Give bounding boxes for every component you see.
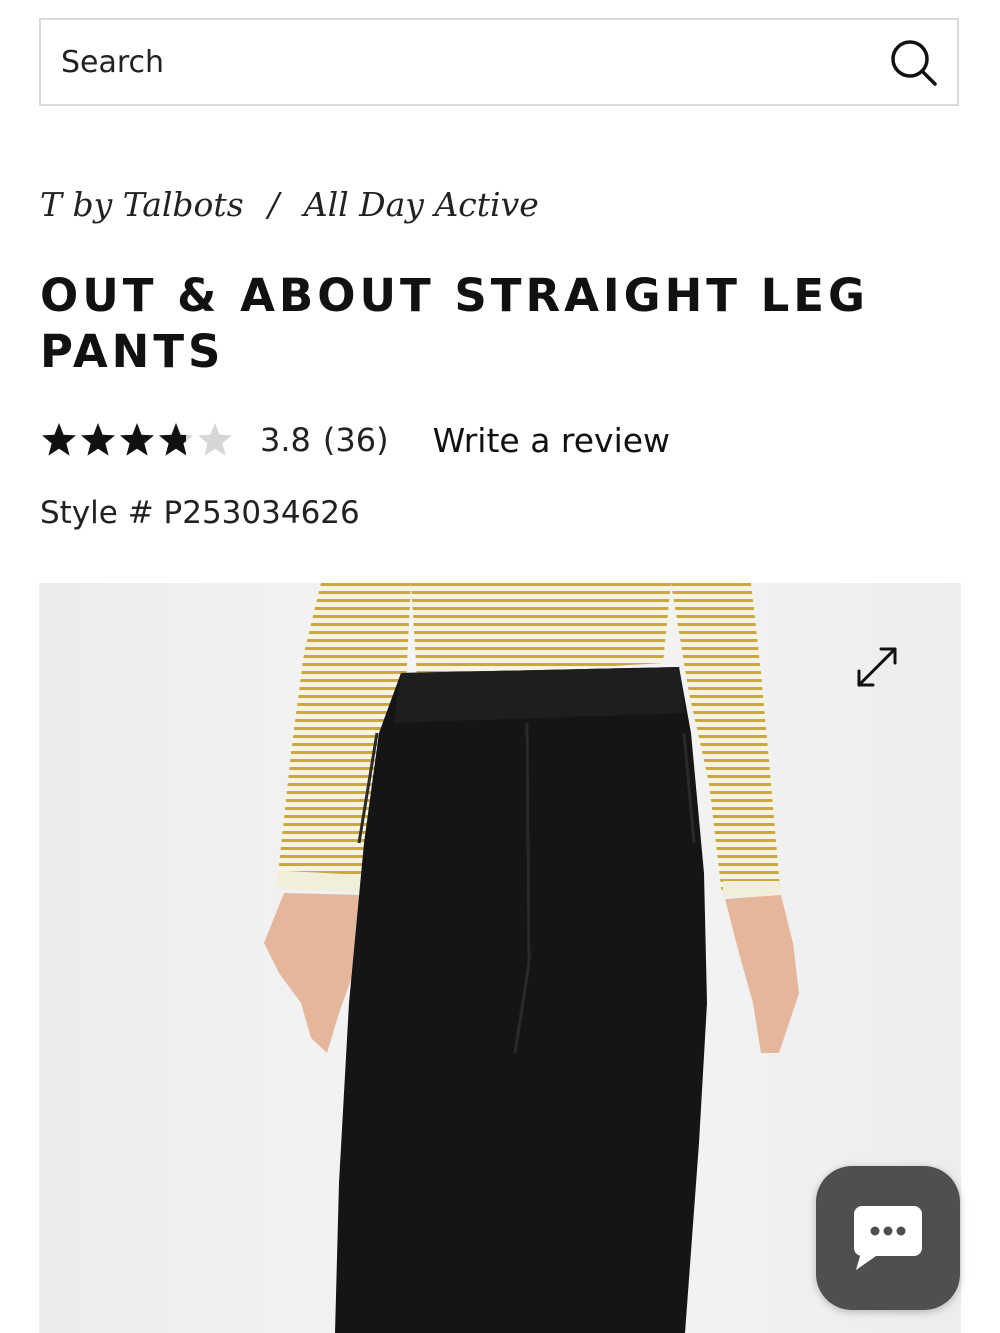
chat-button[interactable] [816, 1166, 960, 1310]
breadcrumb-item-collection[interactable]: All Day Active [304, 185, 539, 224]
star-rating[interactable] [40, 421, 234, 459]
style-number: Style # P253034626 [40, 495, 360, 531]
review-count[interactable]: (36) [323, 421, 389, 459]
search-bar [39, 18, 959, 106]
breadcrumb: T by Talbots / All Day Active [40, 185, 539, 224]
rating-value: 3.8 [260, 421, 311, 459]
search-input[interactable] [61, 20, 861, 104]
chat-bubble-icon [854, 1206, 922, 1270]
breadcrumb-separator: / [268, 185, 280, 224]
star-icon [81, 423, 115, 456]
search-icon[interactable] [889, 38, 939, 88]
product-title: OUT & ABOUT STRAIGHT LEG PANTS [40, 269, 869, 378]
expand-icon[interactable] [851, 641, 903, 693]
rating-row: 3.8 (36) Write a review [40, 418, 670, 462]
write-review-link[interactable]: Write a review [433, 421, 670, 460]
star-icon [198, 423, 232, 456]
star-icon [159, 423, 193, 456]
star-icon [120, 423, 154, 456]
breadcrumb-item-brand[interactable]: T by Talbots [40, 185, 244, 224]
star-icon [42, 423, 76, 456]
